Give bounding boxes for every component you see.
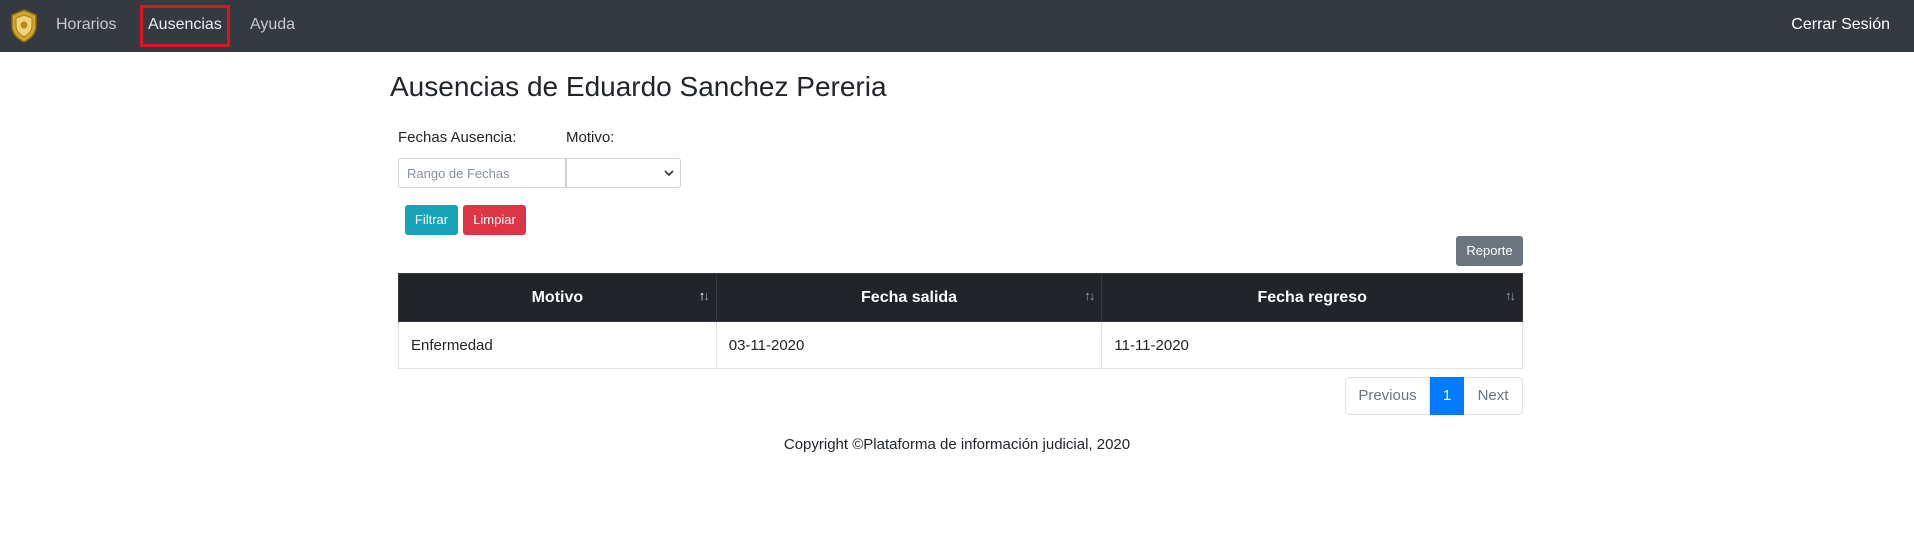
column-header-fecha-salida[interactable]: Fecha salida ↑↓ [715,273,1103,322]
sort-icon[interactable]: ↑↓ [699,288,710,303]
absences-table: Motivo ↑↓ Fecha salida ↑↓ Fecha regreso … [398,273,1523,369]
chevron-down-icon [664,170,674,177]
shield-badge-icon[interactable] [8,8,40,44]
table-row: Enfermedad 03-11-2020 11-11-2020 [398,321,1523,369]
pagination-next[interactable]: Next [1464,377,1523,415]
nav-ausencias[interactable]: Ausencias [148,15,222,35]
reason-select[interactable] [566,158,681,188]
clear-button[interactable]: Limpiar [463,205,526,235]
page-title: Ausencias de Eduardo Sanchez Pereria [390,71,887,102]
nav-ayuda[interactable]: Ayuda [250,15,295,35]
table-header-row: Motivo ↑↓ Fecha salida ↑↓ Fecha regreso … [398,273,1523,322]
footer-copyright: Copyright ©Plataforma de información jud… [783,436,1131,453]
logout-link[interactable]: Cerrar Sesión [1791,15,1890,35]
sort-icon[interactable]: ↑↓ [1505,288,1516,303]
cell-motivo: Enfermedad [398,321,717,369]
sort-icon[interactable]: ↑↓ [1084,288,1095,303]
dates-label: Fechas Ausencia: [398,129,517,146]
pagination-previous[interactable]: Previous [1345,377,1430,415]
cell-fecha-regreso: 11-11-2020 [1101,321,1523,369]
pagination-page-1[interactable]: 1 [1430,377,1464,415]
filter-button[interactable]: Filtrar [405,205,458,235]
reason-label: Motivo: [566,129,615,146]
column-header-fecha-regreso[interactable]: Fecha regreso ↑↓ [1101,273,1523,322]
cell-fecha-salida: 03-11-2020 [715,321,1103,369]
top-navbar: Horarios Ausencias Ayuda Cerrar Sesión [0,0,1914,52]
report-button[interactable]: Reporte [1456,236,1523,266]
nav-horarios[interactable]: Horarios [56,15,116,35]
column-header-motivo[interactable]: Motivo ↑↓ [398,273,717,322]
date-range-input[interactable] [398,158,566,188]
